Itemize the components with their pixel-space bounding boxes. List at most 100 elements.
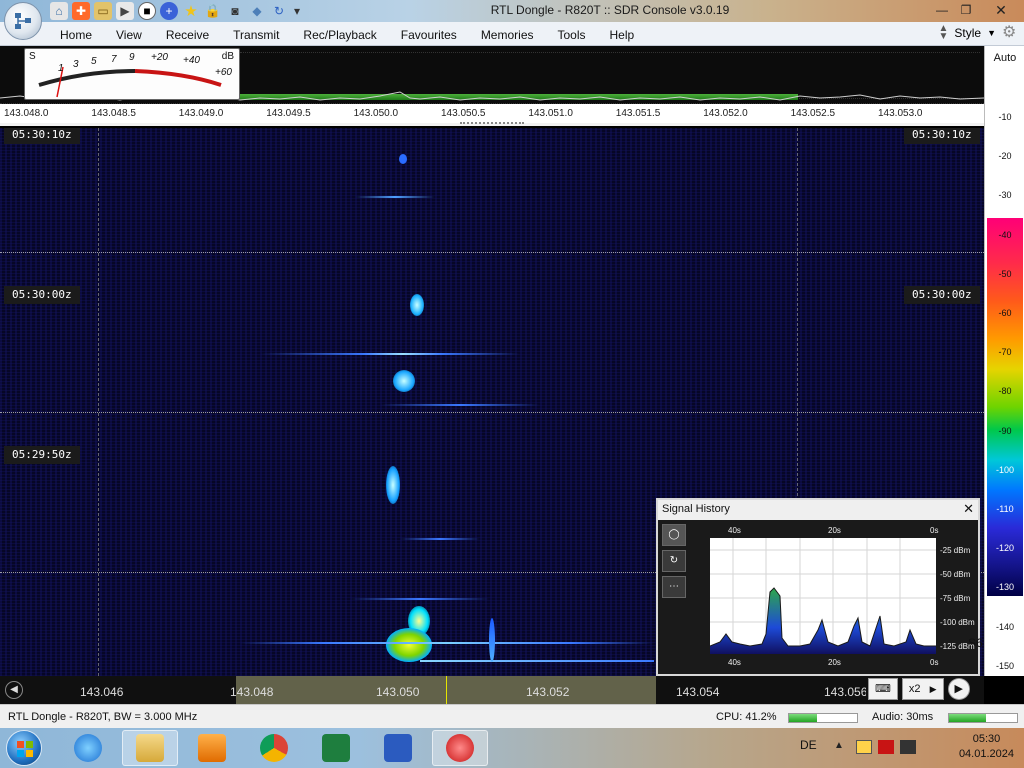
- start-button[interactable]: [6, 730, 42, 766]
- frequency-tick-label: 143.049.5: [266, 108, 311, 119]
- menu-item-help[interactable]: Help: [598, 26, 647, 44]
- db-scale-label: -80: [998, 386, 1012, 397]
- signal-history-title: Signal History: [662, 503, 730, 515]
- up-down-icon[interactable]: ▲ ▼: [938, 24, 948, 42]
- signal-history-tools: ◯ ↻ ⋯: [662, 524, 688, 602]
- s-meter-scale-label: 9: [129, 52, 135, 63]
- taskbar: DE ▲ 05:30 04.01.2024: [0, 728, 1024, 768]
- network-icon: [15, 13, 31, 29]
- menu-item-memories[interactable]: Memories: [469, 26, 546, 44]
- plus-icon[interactable]: +: [160, 2, 178, 20]
- play-icon[interactable]: ▶: [116, 2, 134, 20]
- db-scale-label: -90: [998, 425, 1012, 436]
- chevron-down-icon[interactable]: ▼: [987, 28, 996, 38]
- bottom-frequency-label: 143.046: [80, 685, 124, 699]
- db-scale-label: -150: [995, 660, 1014, 671]
- db-scale-label: -30: [998, 190, 1012, 201]
- media-player-icon[interactable]: [184, 730, 240, 766]
- scroll-right-icon[interactable]: ▶: [947, 678, 970, 700]
- auto-scale-button[interactable]: Auto: [985, 52, 1024, 64]
- s-meter-scale-label: 7: [111, 54, 117, 65]
- signal-history-chart: S6: [709, 538, 983, 654]
- signal-blob: [399, 154, 407, 164]
- frequency-tick-label: 143.048.5: [91, 108, 136, 119]
- signal-history-x-label: 40s: [728, 658, 741, 667]
- language-indicator[interactable]: DE: [800, 738, 817, 752]
- drop-icon[interactable]: ◆: [248, 2, 266, 20]
- signal-streak: [240, 642, 654, 644]
- spectrum-display[interactable]: S dB 1 3 5 7 9 +20 +40 +60: [0, 46, 984, 104]
- chrome-icon[interactable]: [246, 730, 302, 766]
- app-menu-orb[interactable]: [4, 2, 42, 40]
- signal-history-header: Signal History ✕: [658, 500, 978, 520]
- close-icon[interactable]: ✕: [978, 0, 1024, 20]
- dropdown-icon[interactable]: ▾: [292, 2, 302, 20]
- signal-history-panel: Signal History ✕ ◯ ↻ ⋯ 40s 20s 0s S6 -25…: [656, 498, 983, 676]
- menu-item-favourites[interactable]: Favourites: [389, 26, 469, 44]
- menu-item-recplayback[interactable]: Rec/Playback: [291, 26, 388, 44]
- signal-history-x-label: 20s: [828, 526, 841, 535]
- refresh-icon[interactable]: ↻: [270, 2, 288, 20]
- status-bar: RTL Dongle - R820T, BW = 3.000 MHz CPU: …: [0, 704, 1024, 728]
- file-explorer-icon[interactable]: [122, 730, 178, 766]
- menu-item-transmit[interactable]: Transmit: [221, 26, 291, 44]
- signal-history-y-label: -50 dBm: [940, 570, 971, 579]
- gear-icon[interactable]: ⚙: [1002, 24, 1020, 42]
- menu-item-receive[interactable]: Receive: [154, 26, 221, 44]
- camera-icon[interactable]: ◙: [226, 2, 244, 20]
- keyboard-icon[interactable]: ⌨: [868, 678, 898, 700]
- db-scale[interactable]: Auto -10 -20 -30 -40 -50 -60 -70 -80 -90 -100 -110…: [984, 46, 1024, 676]
- word-icon[interactable]: [370, 730, 426, 766]
- clock-time: 05:30: [972, 733, 1001, 745]
- menu-item-home[interactable]: Home: [48, 26, 104, 44]
- s-meter: S dB 1 3 5 7 9 +20 +40 +60: [24, 48, 240, 100]
- audio-meter-fill: [949, 714, 987, 722]
- cpu-status: CPU: 41.2%: [716, 711, 777, 723]
- restore-icon[interactable]: ❐: [954, 0, 978, 20]
- s-meter-scale-label: +40: [183, 55, 200, 66]
- signal-history-y-label: -100 dBm: [940, 618, 975, 627]
- time-marker-right: 05:30:00z: [904, 286, 980, 304]
- lock-icon[interactable]: 🔒: [204, 2, 222, 20]
- signal-streak: [260, 353, 520, 355]
- sdr-console-window: ⌂ ✚ ▭ ▶ ■ + ★ 🔒 ◙ ◆ ↻ ▾ RTL Dongle - R82…: [0, 0, 1024, 768]
- folder-icon[interactable]: ▭: [94, 2, 112, 20]
- network-icon[interactable]: [878, 740, 894, 754]
- stop-icon[interactable]: ■: [138, 2, 156, 20]
- excel-icon[interactable]: [308, 730, 364, 766]
- menu-item-view[interactable]: View: [104, 26, 154, 44]
- home-icon[interactable]: ⌂: [50, 2, 68, 20]
- db-scale-label: -10: [998, 112, 1012, 122]
- db-scale-label: -110: [996, 504, 1014, 514]
- frequency-tick-label: 143.051.5: [615, 108, 661, 119]
- reset-icon[interactable]: ↻: [662, 550, 686, 572]
- lifebuoy-icon[interactable]: ✚: [72, 2, 90, 20]
- db-scale-label: -50: [998, 268, 1012, 279]
- internet-explorer-icon[interactable]: [60, 730, 116, 766]
- show-hidden-icons-icon[interactable]: ▲: [834, 740, 844, 751]
- bottom-frequency-label: 143.048: [230, 685, 274, 699]
- tray-app-icon[interactable]: [856, 740, 872, 754]
- clock[interactable]: 05:30 04.01.2024: [959, 732, 1014, 762]
- minimize-icon[interactable]: —: [930, 0, 954, 20]
- more-icon[interactable]: ⋯: [662, 576, 686, 598]
- record-icon[interactable]: ◯: [662, 524, 686, 546]
- sdr-console-icon[interactable]: [432, 730, 488, 766]
- style-control[interactable]: ▲ ▼ Style ▼ ⚙: [938, 24, 1020, 42]
- db-scale-label: -140: [995, 621, 1014, 632]
- star-icon[interactable]: ★: [182, 2, 200, 20]
- frequency-tick-label: 143.052.0: [703, 108, 748, 119]
- bottom-frequency-bar[interactable]: ◀ 143.046 143.048 143.050 143.052 143.054 143…: [0, 676, 984, 704]
- menu-item-tools[interactable]: Tools: [546, 26, 598, 44]
- frequency-tick-label: 143.050.0: [353, 108, 399, 119]
- passband-handle[interactable]: [460, 122, 524, 125]
- scroll-left-icon[interactable]: ◀: [5, 681, 23, 699]
- frequency-axis[interactable]: 143.048.0 143.048.5 143.049.0 143.049.5 143.…: [0, 104, 984, 126]
- style-label[interactable]: Style: [954, 26, 981, 40]
- waterfall-gridline: [98, 128, 99, 676]
- zoom-button[interactable]: x2 ▶: [901, 678, 944, 700]
- action-center-icon[interactable]: [900, 740, 916, 754]
- close-icon[interactable]: ✕: [963, 501, 974, 517]
- tuning-marker[interactable]: [446, 676, 447, 704]
- signal-history-y-label: -25 dBm: [940, 546, 971, 555]
